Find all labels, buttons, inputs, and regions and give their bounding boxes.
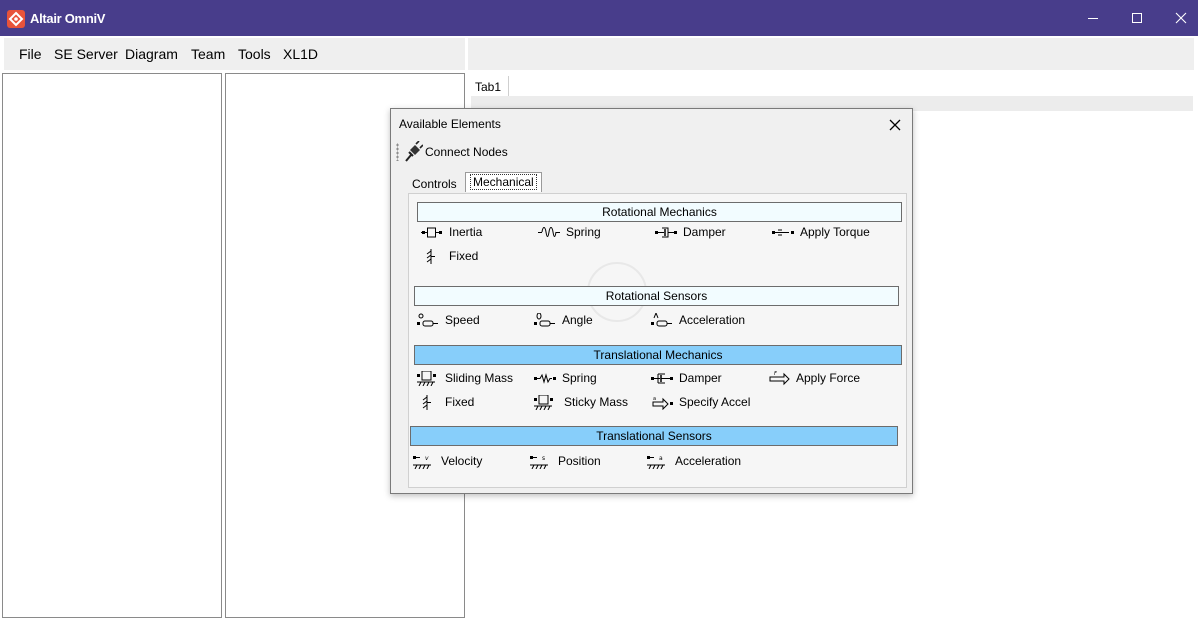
close-icon <box>889 119 901 131</box>
translational-spring-icon <box>534 373 556 384</box>
dialog-close-button[interactable] <box>883 113 907 137</box>
tab-tab1-label: Tab1 <box>475 80 502 94</box>
element-angle-label: Angle <box>562 313 593 327</box>
element-spring-label: Spring <box>562 371 597 385</box>
menu-file[interactable]: File <box>19 46 42 62</box>
specify-accel-icon: a <box>652 396 673 410</box>
connect-nodes-button[interactable]: Connect Nodes <box>425 145 508 159</box>
angle-sensor-icon <box>534 313 555 327</box>
apply-force-icon: F <box>769 371 790 386</box>
svg-text:a: a <box>659 455 663 462</box>
apply-torque-icon <box>772 229 794 236</box>
element-sliding-mass-label: Sliding Mass <box>445 371 514 385</box>
plug-icon <box>405 141 423 162</box>
tab-mechanical-label: Mechanical <box>470 174 537 190</box>
app-logo-icon <box>7 10 25 28</box>
rotational-spring-icon <box>538 227 560 237</box>
menu-xl1d[interactable]: XL1D <box>283 46 318 62</box>
toolbar-grip-icon[interactable] <box>396 143 399 161</box>
velocity-sensor-icon: v <box>413 455 431 469</box>
element-specify-accel-label: Specify Accel <box>679 395 751 409</box>
element-acceleration-label: Acceleration <box>675 454 742 468</box>
fixed-icon <box>426 249 435 264</box>
menu-bar: File SE Server Diagram Team Tools XL1D <box>4 38 465 70</box>
svg-text:s: s <box>542 455 545 462</box>
menu-tools[interactable]: Tools <box>238 46 271 62</box>
element-acceleration-label: Acceleration <box>679 313 746 327</box>
minimize-button[interactable] <box>1070 0 1115 36</box>
close-icon <box>1175 12 1186 24</box>
menu-se-server[interactable]: SE Server <box>54 46 118 62</box>
tab-controls[interactable]: Controls <box>408 176 461 192</box>
dialog-toolbar: Connect Nodes <box>394 140 911 164</box>
translational-acceleration-sensor-icon: a <box>647 455 665 469</box>
section-translational-mechanics: Translational Mechanics <box>414 345 902 365</box>
inertia-icon <box>421 227 442 238</box>
element-spring-label: Spring <box>566 225 601 239</box>
menu-team[interactable]: Team <box>191 46 225 62</box>
damper-icon <box>655 227 677 238</box>
position-sensor-icon: s <box>530 455 548 469</box>
element-damper-label: Damper <box>683 225 726 239</box>
translational-damper-icon <box>651 373 673 384</box>
element-fixed-label: Fixed <box>445 395 475 409</box>
maximize-button[interactable] <box>1114 0 1159 36</box>
tab-tab1[interactable]: Tab1 <box>471 76 509 96</box>
svg-text:v: v <box>425 455 429 462</box>
element-position-label: Position <box>558 454 601 468</box>
menu-diagram[interactable]: Diagram <box>125 46 178 62</box>
sticky-mass-icon <box>534 395 553 410</box>
element-apply-torque-label: Apply Torque <box>800 225 870 239</box>
element-inertia-label: Inertia <box>449 225 483 239</box>
element-speed-label: Speed <box>445 313 480 327</box>
available-elements-dialog: Available Elements Connect Nodes Control… <box>390 108 913 494</box>
element-fixed-label: Fixed <box>449 249 479 263</box>
svg-text:F: F <box>774 371 777 377</box>
dialog-title: Available Elements <box>399 117 501 131</box>
title-bar: Altair OmniV <box>0 0 1198 36</box>
maximize-icon <box>1131 13 1142 23</box>
element-damper-label: Damper <box>679 371 722 385</box>
speed-sensor-icon <box>417 313 438 327</box>
section-rotational-mechanics: Rotational Mechanics <box>417 202 902 222</box>
section-translational-sensors: Translational Sensors <box>410 426 898 446</box>
svg-text:a: a <box>653 396 656 402</box>
toolbar-area <box>468 38 1194 70</box>
sliding-mass-icon <box>417 371 436 386</box>
element-sticky-mass-label: Sticky Mass <box>564 395 629 409</box>
element-apply-force-label: Apply Force <box>796 371 861 385</box>
tab-mechanical[interactable]: Mechanical <box>465 172 542 192</box>
close-window-button[interactable] <box>1158 0 1198 36</box>
section-rotational-sensors: Rotational Sensors <box>414 286 899 306</box>
element-velocity-label: Velocity <box>441 454 483 468</box>
fixed-icon <box>422 395 431 410</box>
left-panel[interactable] <box>2 73 222 618</box>
elements-panel: Rotational Mechanics Inertia Spring Damp… <box>408 193 907 488</box>
rotational-acceleration-sensor-icon <box>651 313 672 327</box>
minimize-icon <box>1087 18 1098 19</box>
window-title: Altair OmniV <box>30 11 106 26</box>
